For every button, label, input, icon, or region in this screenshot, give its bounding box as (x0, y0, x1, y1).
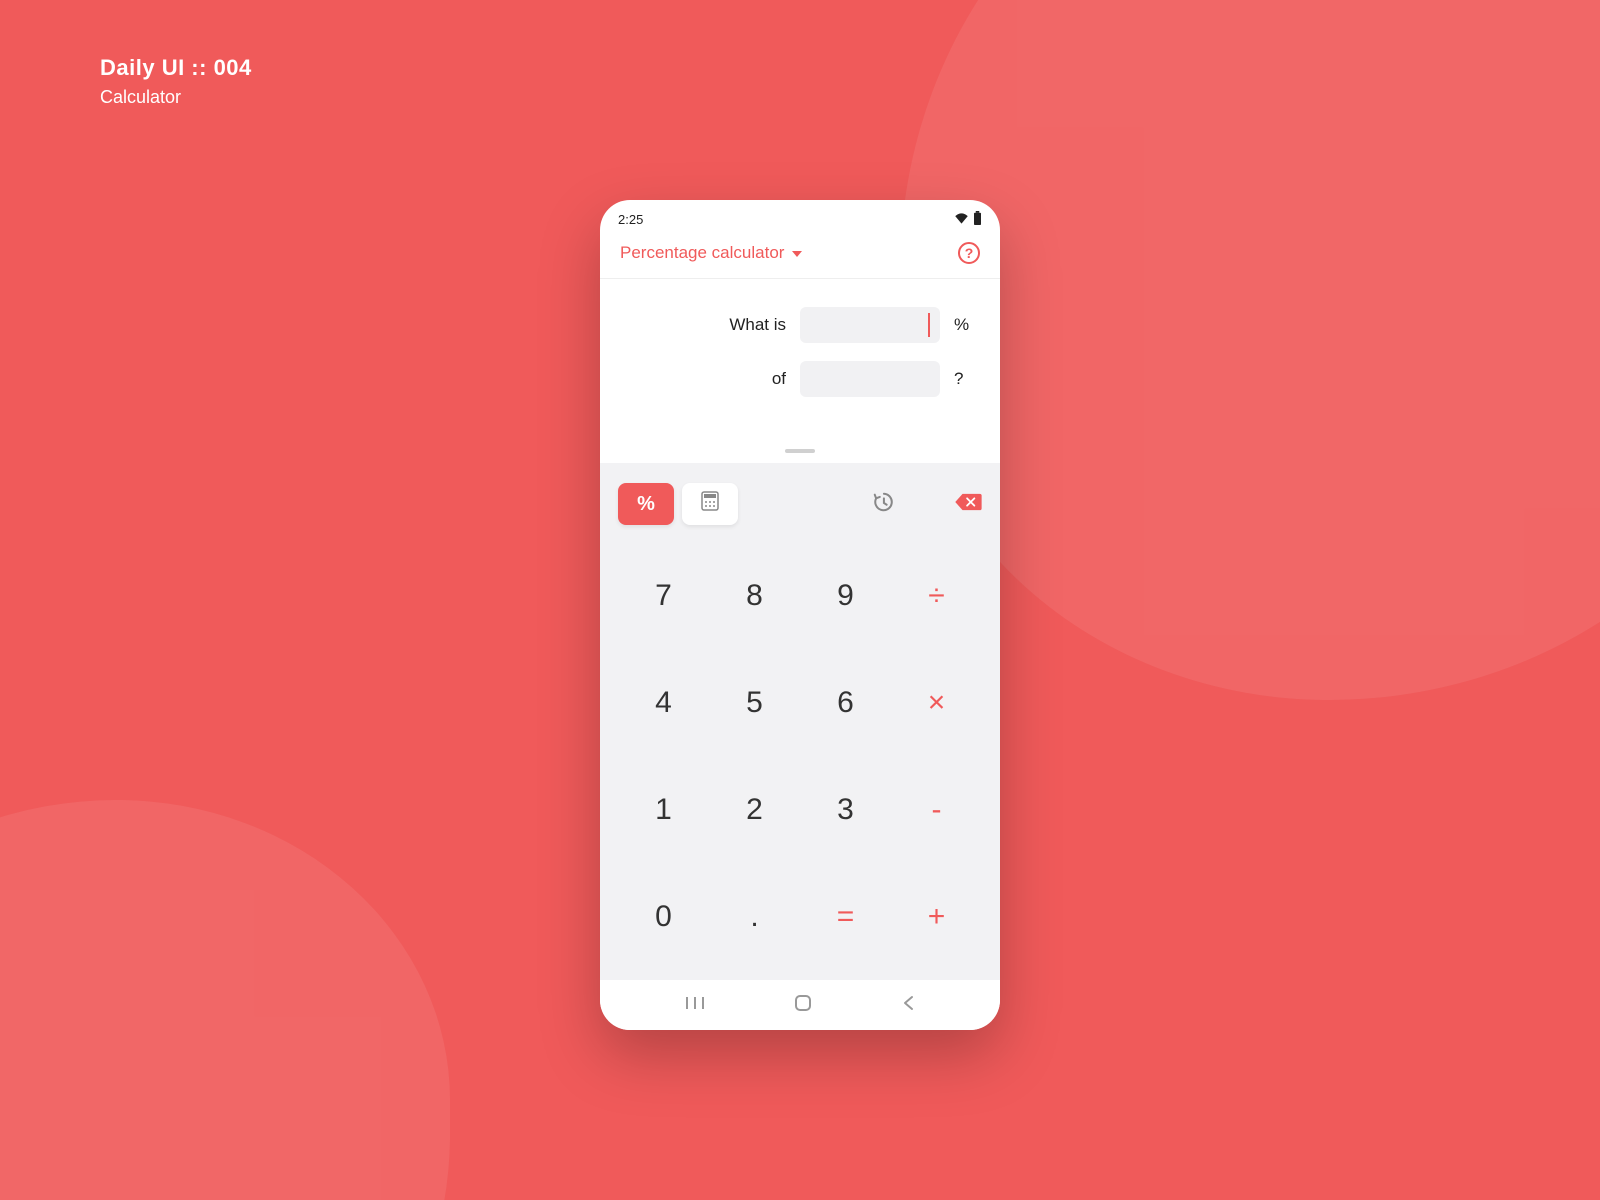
question-suffix: ? (954, 369, 970, 389)
key-dot[interactable]: . (709, 863, 800, 970)
key-3[interactable]: 3 (800, 757, 891, 864)
key-2[interactable]: 2 (709, 757, 800, 864)
backspace-button[interactable] (954, 492, 982, 517)
percent-suffix: % (954, 315, 970, 335)
of-label: of (772, 369, 786, 389)
drag-handle-area (600, 445, 1000, 463)
backspace-icon (954, 499, 982, 516)
app-bar: Percentage calculator ? (600, 230, 1000, 279)
key-6[interactable]: 6 (800, 650, 891, 757)
history-icon (872, 500, 894, 517)
android-navbar (600, 980, 1000, 1030)
drag-handle[interactable] (785, 449, 815, 453)
phone-frame: 2:25 Percentage calculator ? What is % o… (600, 200, 1000, 1030)
page-header: Daily UI :: 004 Calculator (100, 55, 252, 108)
key-9[interactable]: 9 (800, 543, 891, 650)
header-subtitle: Calculator (100, 87, 252, 108)
percent-input[interactable] (800, 307, 940, 343)
key-divide[interactable]: ÷ (891, 543, 982, 650)
key-plus[interactable]: + (891, 863, 982, 970)
percent-mode-button[interactable]: % (618, 483, 674, 525)
help-button[interactable]: ? (958, 242, 980, 264)
help-icon: ? (965, 245, 974, 261)
recents-button[interactable] (685, 995, 705, 1016)
key-1[interactable]: 1 (618, 757, 709, 864)
value-input[interactable] (800, 361, 940, 397)
history-button[interactable] (872, 491, 894, 518)
keypad-area: % 7 8 9 ÷ 4 5 (600, 463, 1000, 980)
chevron-down-icon (792, 251, 802, 257)
key-0[interactable]: 0 (618, 863, 709, 970)
key-4[interactable]: 4 (618, 650, 709, 757)
key-multiply[interactable]: × (891, 650, 982, 757)
key-5[interactable]: 5 (709, 650, 800, 757)
header-title: Daily UI :: 004 (100, 55, 252, 81)
back-button[interactable] (901, 995, 915, 1016)
key-equals[interactable]: = (800, 863, 891, 970)
mode-dropdown[interactable]: Percentage calculator (620, 243, 802, 263)
status-time: 2:25 (618, 212, 643, 227)
battery-icon (973, 211, 982, 228)
status-bar: 2:25 (600, 200, 1000, 230)
calculator-mode-button[interactable] (682, 483, 738, 525)
key-7[interactable]: 7 (618, 543, 709, 650)
home-button[interactable] (794, 994, 812, 1017)
key-minus[interactable]: - (891, 757, 982, 864)
form-area: What is % of ? (600, 279, 1000, 445)
key-8[interactable]: 8 (709, 543, 800, 650)
wifi-icon (954, 212, 969, 227)
app-title: Percentage calculator (620, 243, 784, 263)
whatis-label: What is (729, 315, 786, 335)
percent-icon: % (637, 493, 655, 516)
calculator-icon (701, 491, 719, 517)
